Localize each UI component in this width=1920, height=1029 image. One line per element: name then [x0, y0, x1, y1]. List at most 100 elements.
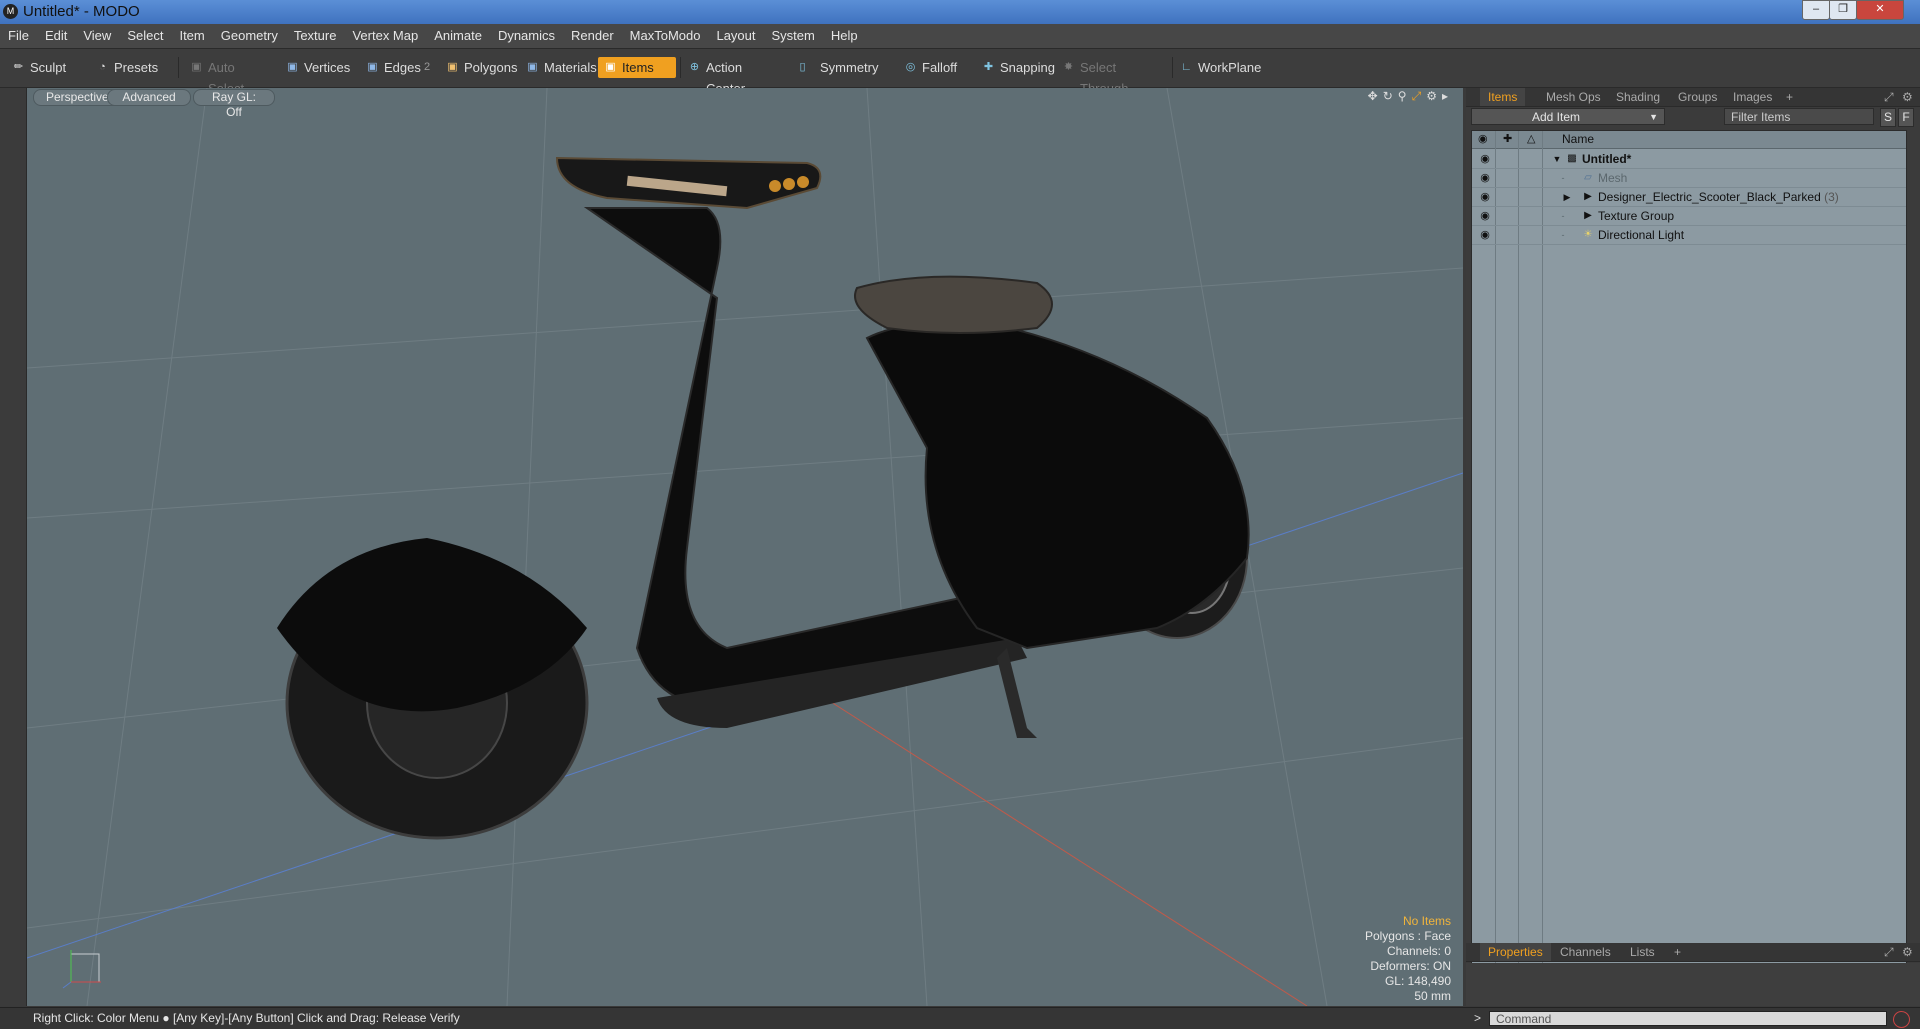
menu-render[interactable]: Render [563, 24, 622, 48]
add-tab-icon[interactable]: + [1666, 943, 1689, 961]
visibility-column-icon[interactable]: ◉ [1478, 132, 1488, 145]
scooter-model [277, 156, 1250, 840]
maximize-button[interactable]: ❐ [1829, 0, 1857, 20]
raygl-toggle[interactable]: Ray GL: Off [193, 89, 275, 119]
menu-select[interactable]: Select [119, 24, 171, 48]
menu-help[interactable]: Help [823, 24, 866, 48]
main-toolbar: ✏Sculpt ◔Presets ▣Auto Select ▣Vertices … [0, 49, 1920, 96]
command-input[interactable]: Command [1489, 1011, 1887, 1026]
polygons-info: Polygons : Face [1364, 929, 1451, 943]
channels-info: Channels: 0 [1386, 944, 1451, 958]
polygons-button[interactable]: ▣ Polygons [440, 57, 517, 78]
visibility-eye-icon[interactable]: ◉ [1478, 207, 1492, 225]
select-through-button[interactable]: ✸Select Through [1056, 57, 1170, 96]
items-button[interactable]: ▣ Items [598, 57, 676, 78]
menu-vertex-map[interactable]: Vertex Map [344, 24, 426, 48]
tab-channels[interactable]: Channels [1552, 943, 1619, 961]
panel-gear-icon[interactable]: ⚙ [1894, 88, 1920, 106]
tab-lists[interactable]: Lists [1622, 943, 1663, 961]
filter-items-input[interactable]: Filter Items [1724, 108, 1874, 125]
workplane-icon: ∟ [1181, 61, 1192, 73]
menu-animate[interactable]: Animate [426, 24, 490, 48]
visibility-eye-icon[interactable]: ◉ [1478, 150, 1492, 168]
selection-info: No Items [1402, 914, 1451, 928]
left-tool-strip[interactable] [0, 88, 27, 1006]
brush-icon: ✏ [13, 61, 24, 73]
menu-item[interactable]: Item [171, 24, 212, 48]
toolbar-divider [178, 57, 179, 78]
window-title: Untitled* - MODO [23, 3, 140, 20]
tree-row-mesh[interactable]: ◉ - ▱ Mesh [1472, 169, 1906, 188]
menu-maxtomodo[interactable]: MaxToModo [622, 24, 709, 48]
tree-row-texture-group[interactable]: ◉ - ▶ Texture Group [1472, 207, 1906, 226]
item-list-tree[interactable]: ◉ ✚ △ Name ◉ ▼ ▩ Untitled* ◉ - ▱ Mesh ◉ … [1471, 130, 1907, 974]
materials-button[interactable]: ▣ Materials [520, 57, 596, 78]
status-hint: Right Click: Color Menu ● [Any Key]-[Any… [33, 1011, 460, 1025]
menu-texture[interactable]: Texture [286, 24, 345, 48]
expand-arrow-icon[interactable]: ▼ [1552, 150, 1562, 168]
visibility-eye-icon[interactable]: ◉ [1478, 169, 1492, 187]
polygons-icon: ▣ [447, 61, 458, 73]
vertices-button[interactable]: ▣ Vertices [280, 57, 358, 78]
locator-icon: ▶ [1584, 191, 1592, 202]
minimize-button[interactable]: – [1802, 0, 1830, 20]
menu-geometry[interactable]: Geometry [213, 24, 286, 48]
symmetry-button[interactable]: ▯ Symmetry [790, 57, 886, 78]
gear-icon[interactable]: ⚙ [1426, 89, 1442, 103]
maximize-view-icon[interactable]: ⤢ [1412, 89, 1427, 103]
command-prompt-icon: > [1474, 1011, 1482, 1025]
zoom-view-icon[interactable]: ⚲ [1398, 89, 1412, 103]
tree-row-untitled[interactable]: ◉ ▼ ▩ Untitled* [1472, 150, 1906, 169]
menu-file[interactable]: File [0, 24, 37, 48]
presets-icon: ◔ [99, 61, 106, 73]
sculpt-button[interactable]: ✏ Sculpt [6, 57, 88, 78]
close-button[interactable]: ✕ [1856, 0, 1904, 20]
tab-mesh-ops[interactable]: Mesh Ops [1538, 88, 1609, 106]
falloff-button[interactable]: ◎ Falloff [898, 57, 974, 78]
x-axis-line [816, 692, 1308, 1006]
auto-select-button[interactable]: ▣Auto Select [184, 57, 278, 96]
tree-row-directional-light[interactable]: ◉ - ☀ Directional Light [1472, 226, 1906, 245]
tab-shading[interactable]: Shading [1608, 88, 1668, 106]
visibility-eye-icon[interactable]: ◉ [1478, 188, 1492, 206]
render-column-icon[interactable]: △ [1527, 132, 1535, 145]
move-view-icon[interactable]: ✥ [1368, 89, 1383, 103]
name-column-header[interactable]: Name [1562, 132, 1594, 146]
tab-properties[interactable]: Properties [1480, 943, 1551, 961]
mesh-icon: ▱ [1584, 172, 1592, 183]
menu-layout[interactable]: Layout [708, 24, 763, 48]
menu-edit[interactable]: Edit [37, 24, 75, 48]
command-history-icon[interactable] [1893, 1011, 1910, 1028]
shading-mode-dropdown[interactable]: Advanced [107, 89, 191, 106]
viewport-menu-arrow-icon[interactable]: ▸ [1442, 89, 1453, 103]
symmetry-icon: ▯ [799, 61, 806, 73]
tree-row-scooter[interactable]: ◉ ▶ ▶ Designer_Electric_Scooter_Black_Pa… [1472, 188, 1906, 207]
menu-dynamics[interactable]: Dynamics [490, 24, 563, 48]
f-button[interactable]: F [1898, 108, 1914, 127]
edges-count-badge: 2 [424, 61, 431, 73]
deformers-info: Deformers: ON [1370, 959, 1451, 973]
tab-images[interactable]: Images [1725, 88, 1780, 106]
workplane-button[interactable]: ∟ WorkPlane [1174, 57, 1264, 78]
add-tab-icon[interactable]: + [1778, 88, 1801, 106]
tab-groups[interactable]: Groups [1670, 88, 1725, 106]
tab-items[interactable]: Items [1480, 88, 1526, 106]
expand-arrow-icon[interactable]: ▶ [1562, 188, 1572, 206]
add-item-dropdown[interactable]: Add Item ▼ [1471, 108, 1665, 125]
snapping-button[interactable]: ✚ Snapping [976, 57, 1064, 78]
panel-gear-icon[interactable]: ⚙ [1894, 943, 1920, 961]
right-panel: Items Mesh Ops Shading Groups Images + ⤢… [1466, 88, 1920, 1006]
rotate-view-icon[interactable]: ↻ [1383, 89, 1398, 103]
select-through-icon: ✸ [1063, 61, 1074, 73]
menu-view[interactable]: View [75, 24, 119, 48]
presets-button[interactable]: ◔ Presets [90, 57, 170, 78]
s-button[interactable]: S [1880, 108, 1896, 127]
menu-system[interactable]: System [764, 24, 823, 48]
3d-viewport[interactable]: Perspective Advanced Ray GL: Off ✥↻⚲⤢⚙▸ … [27, 88, 1463, 1006]
visibility-eye-icon[interactable]: ◉ [1478, 226, 1492, 244]
lock-column-icon[interactable]: ✚ [1503, 132, 1512, 145]
action-center-button[interactable]: ⊕Action Center [682, 57, 786, 96]
light-icon: ☀ [1583, 229, 1593, 240]
edges-button[interactable]: ▣ Edges [360, 57, 426, 78]
crosshair-icon: ⊕ [689, 61, 700, 73]
